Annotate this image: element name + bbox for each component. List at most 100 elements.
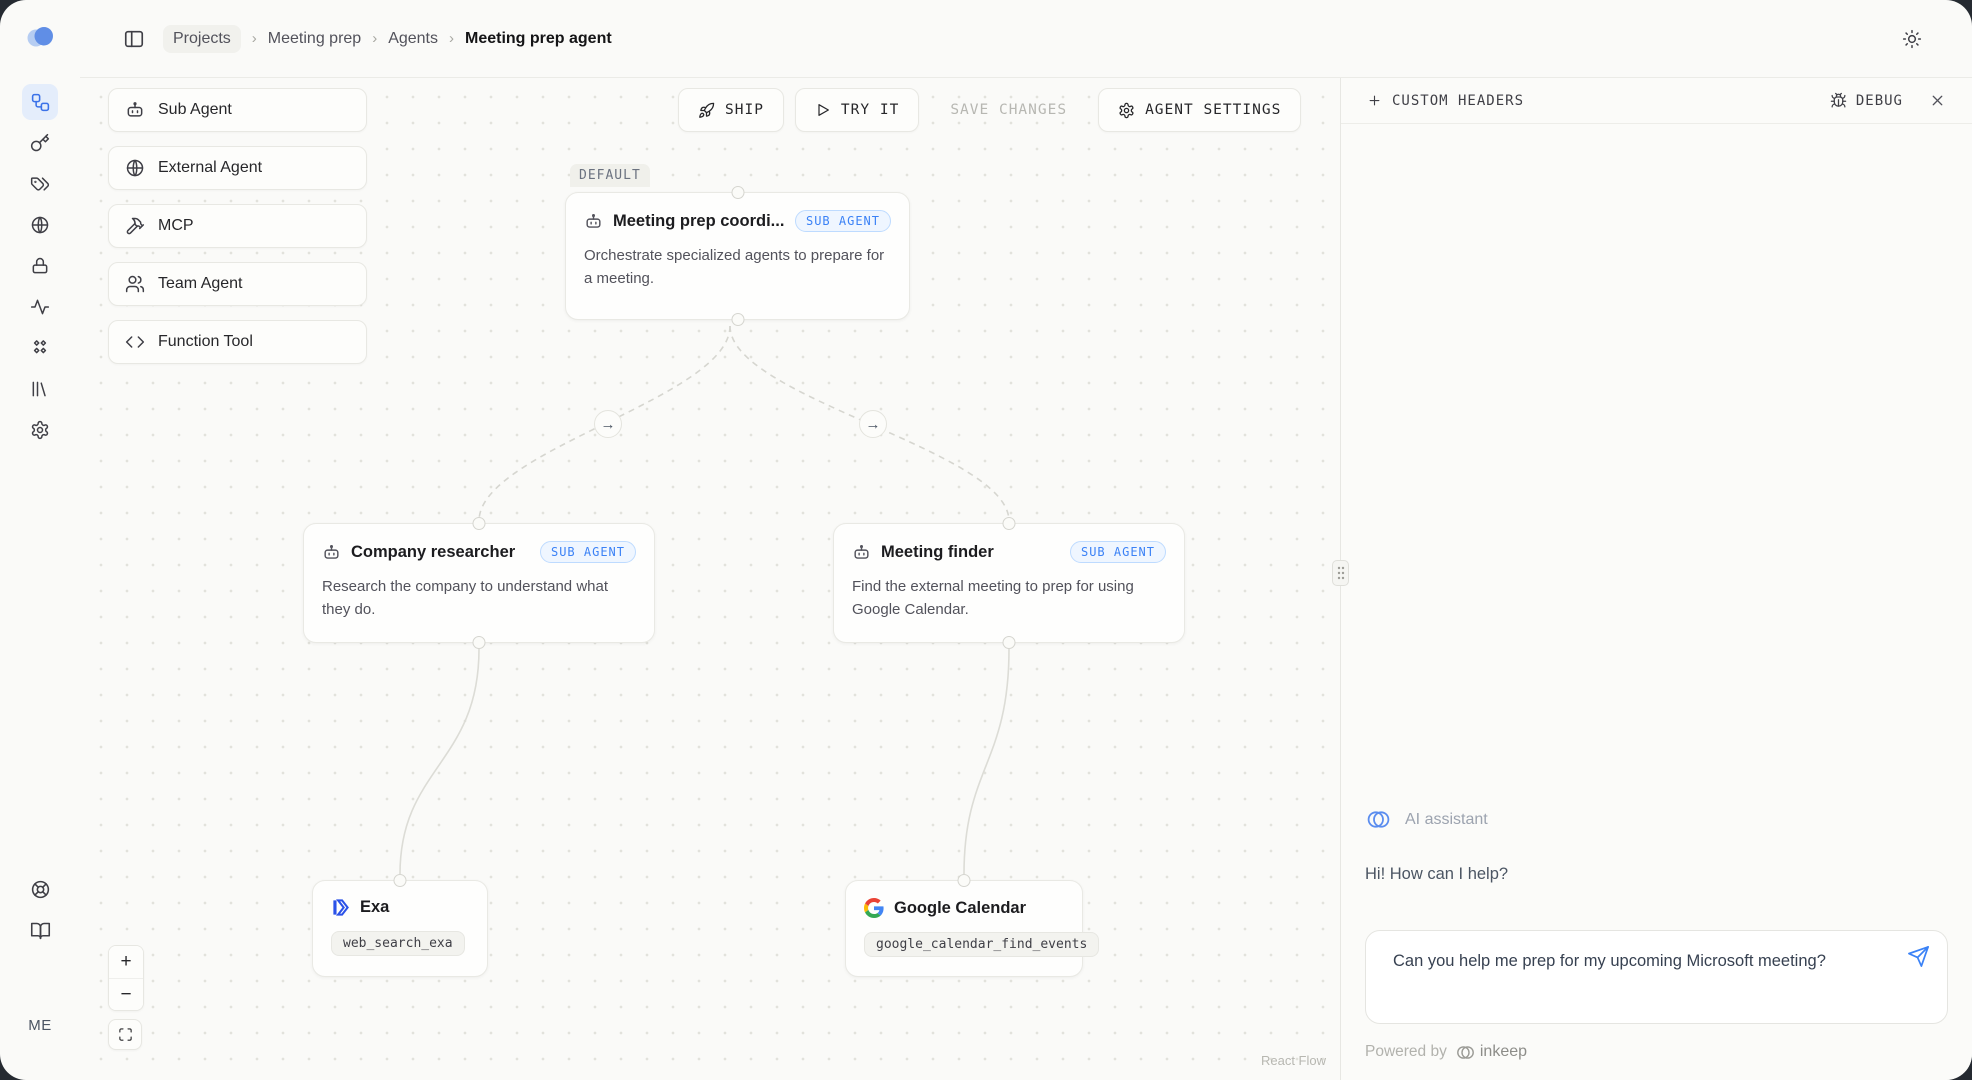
- inkeep-logo-icon[interactable]: [23, 22, 57, 52]
- sub-agent-badge: SUB AGENT: [795, 210, 891, 232]
- grip-dots-icon: [1337, 566, 1345, 580]
- palette-item-team-agent[interactable]: Team Agent: [108, 262, 367, 306]
- rail-item-credentials[interactable]: [22, 248, 58, 284]
- rail-item-library[interactable]: [22, 371, 58, 407]
- tags-icon: [30, 174, 50, 194]
- bug-icon: [1830, 92, 1847, 109]
- try-it-button[interactable]: TRY IT: [795, 88, 919, 132]
- activity-icon: [30, 297, 50, 317]
- zoom-out-button[interactable]: −: [109, 978, 143, 1010]
- try-it-label: TRY IT: [841, 102, 899, 118]
- paper-plane-icon: [1907, 945, 1930, 968]
- inkeep-brand[interactable]: inkeep: [1455, 1042, 1527, 1063]
- node-handle-top[interactable]: [731, 186, 744, 199]
- code-icon: [125, 332, 145, 352]
- gear-icon: [1118, 102, 1135, 119]
- top-bar: Projects › Meeting prep › Agents › Meeti…: [80, 0, 1972, 78]
- user-avatar[interactable]: ME: [28, 1017, 52, 1034]
- rail-item-keys[interactable]: [22, 125, 58, 161]
- bot-icon: [584, 212, 603, 231]
- breadcrumb-separator: ›: [372, 30, 377, 47]
- agent-settings-button[interactable]: AGENT SETTINGS: [1098, 88, 1301, 132]
- node-handle-bottom[interactable]: [731, 313, 744, 326]
- tool-tag: web_search_exa: [331, 931, 465, 956]
- node-title: Meeting prep coordi...: [613, 212, 784, 231]
- node-meeting-finder[interactable]: Meeting finder SUB AGENT Find the extern…: [833, 523, 1185, 643]
- rail-item-docs[interactable]: [22, 912, 58, 948]
- save-changes-button[interactable]: SAVE CHANGES: [930, 88, 1087, 132]
- node-title: Meeting finder: [881, 543, 994, 562]
- ship-button[interactable]: SHIP: [678, 88, 784, 132]
- node-handle-top[interactable]: [1003, 517, 1016, 530]
- palette-item-label: Function Tool: [158, 333, 253, 351]
- custom-headers-button[interactable]: CUSTOM HEADERS: [1367, 93, 1524, 109]
- sub-agent-badge: SUB AGENT: [1070, 541, 1166, 563]
- save-changes-label: SAVE CHANGES: [950, 102, 1067, 118]
- life-buoy-icon: [30, 879, 51, 900]
- sub-agent-badge: SUB AGENT: [540, 541, 636, 563]
- palette-item-mcp[interactable]: MCP: [108, 204, 367, 248]
- palette-item-function-tool[interactable]: Function Tool: [108, 320, 367, 364]
- workflow-icon: [30, 92, 51, 113]
- gear-icon: [30, 420, 50, 440]
- close-icon: [1929, 92, 1946, 109]
- rail-item-activity[interactable]: [22, 289, 58, 325]
- chat-input[interactable]: Can you help me prep for my upcoming Mic…: [1365, 930, 1948, 1024]
- bot-icon: [322, 543, 341, 562]
- breadcrumb-agents[interactable]: Agents: [388, 30, 438, 48]
- chat-panel: CUSTOM HEADERS DEBUG: [1340, 78, 1972, 1080]
- plus-icon: [1367, 93, 1382, 108]
- powered-by-footer: Powered by inkeep: [1365, 1024, 1948, 1080]
- node-title: Google Calendar: [894, 899, 1026, 918]
- node-handle-top[interactable]: [473, 517, 486, 530]
- users-icon: [125, 274, 145, 294]
- globe-icon: [30, 215, 50, 235]
- node-exa-tool[interactable]: Exa web_search_exa: [312, 880, 488, 977]
- debug-label: DEBUG: [1856, 93, 1903, 109]
- chat-input-value: Can you help me prep for my upcoming Mic…: [1393, 952, 1826, 970]
- node-google-calendar-tool[interactable]: Google Calendar google_calendar_find_eve…: [845, 880, 1083, 977]
- edge-arrow-marker: →: [859, 410, 887, 438]
- play-icon: [815, 102, 831, 118]
- breadcrumb-projects[interactable]: Projects: [163, 25, 241, 53]
- node-title: Exa: [360, 898, 389, 917]
- node-handle-top[interactable]: [958, 874, 971, 887]
- theme-toggle-button[interactable]: [1902, 29, 1922, 49]
- send-button[interactable]: [1907, 945, 1930, 968]
- palette-item-external-agent[interactable]: External Agent: [108, 146, 367, 190]
- panel-resize-handle[interactable]: [1332, 560, 1349, 586]
- fit-view-button[interactable]: [108, 1019, 142, 1050]
- node-meeting-prep-coordinator[interactable]: Meeting prep coordi... SUB AGENT Orchest…: [565, 192, 910, 320]
- rail-item-web[interactable]: [22, 207, 58, 243]
- ship-label: SHIP: [725, 102, 764, 118]
- breadcrumb-meeting-prep[interactable]: Meeting prep: [268, 30, 361, 48]
- flow-canvas[interactable]: → → Sub Agent External Agent: [80, 78, 1340, 1080]
- node-description: Find the external meeting to prep for us…: [852, 575, 1166, 622]
- palette-item-label: External Agent: [158, 159, 262, 177]
- rail-item-settings[interactable]: [22, 412, 58, 448]
- zoom-in-button[interactable]: +: [109, 946, 143, 978]
- close-panel-button[interactable]: [1929, 92, 1946, 109]
- react-flow-attribution[interactable]: React Flow: [1261, 1053, 1326, 1068]
- default-agent-tag: DEFAULT: [570, 164, 650, 187]
- node-handle-bottom[interactable]: [473, 636, 486, 649]
- palette-item-label: Sub Agent: [158, 101, 232, 119]
- palette-item-sub-agent[interactable]: Sub Agent: [108, 88, 367, 132]
- panel-header: CUSTOM HEADERS DEBUG: [1341, 78, 1972, 124]
- rail-item-graph[interactable]: [22, 84, 58, 120]
- key-icon: [30, 133, 50, 153]
- rail-item-help[interactable]: [22, 871, 58, 907]
- inkeep-logo-icon: [1455, 1042, 1476, 1063]
- debug-button[interactable]: DEBUG: [1830, 92, 1903, 109]
- node-handle-bottom[interactable]: [1003, 636, 1016, 649]
- node-handle-top[interactable]: [394, 874, 407, 887]
- rail-item-tags[interactable]: [22, 166, 58, 202]
- custom-headers-label: CUSTOM HEADERS: [1392, 93, 1524, 109]
- canvas-toolbar: SHIP TRY IT SAVE CHANGES: [678, 88, 1301, 132]
- rail-item-components[interactable]: [22, 330, 58, 366]
- node-company-researcher[interactable]: Company researcher SUB AGENT Research th…: [303, 523, 655, 643]
- breadcrumb-separator: ›: [449, 30, 454, 47]
- panel-left-icon: [123, 28, 145, 50]
- sun-icon: [1902, 29, 1922, 49]
- sidebar-toggle-button[interactable]: [123, 28, 145, 50]
